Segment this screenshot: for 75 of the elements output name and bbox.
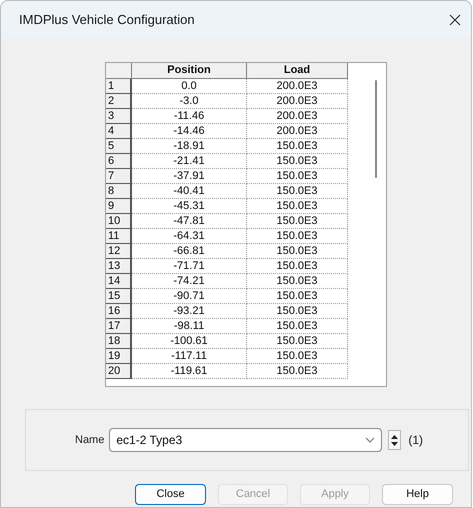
table-cell: 150.0E3 [247,289,348,304]
table-cell: -71.71 [132,259,247,274]
table-cell: -14.46 [132,124,247,139]
close-icon[interactable] [449,14,461,26]
table-cell: 150.0E3 [247,319,348,334]
name-combobox[interactable]: ec1-2 Type3 [109,428,382,452]
table-cell: -93.21 [132,304,247,319]
table-cell: 150.0E3 [247,214,348,229]
scrollbar-thumb[interactable] [375,80,378,178]
table-cell: 150.0E3 [247,184,348,199]
row-header[interactable]: 1 [106,79,132,94]
chevron-down-icon [365,437,376,443]
row-header[interactable]: 19 [106,349,132,364]
row-header[interactable]: 6 [106,154,132,169]
row-header[interactable]: 13 [106,259,132,274]
row-header[interactable]: 17 [106,319,132,334]
dialog-button[interactable]: Close [135,484,206,505]
row-header[interactable]: 10 [106,214,132,229]
table-cell: 150.0E3 [247,349,348,364]
up-arrow-icon [391,434,398,438]
table-cell: 200.0E3 [247,124,348,139]
row-header[interactable]: 9 [106,199,132,214]
table-cell: 150.0E3 [247,259,348,274]
table-cell: -3.0 [132,94,247,109]
table-cell: 150.0E3 [247,304,348,319]
table-cell: 150.0E3 [247,274,348,289]
row-header[interactable]: 11 [106,229,132,244]
table-cell: -18.91 [132,139,247,154]
table-cell: -117.11 [132,349,247,364]
table-cell: 150.0E3 [247,229,348,244]
table-cell: 150.0E3 [247,154,348,169]
window-title: IMDPlus Vehicle Configuration [19,10,195,29]
row-header[interactable]: 20 [106,364,132,379]
table-cell: 150.0E3 [247,199,348,214]
row-header[interactable]: 4 [106,124,132,139]
column-header[interactable]: Position [132,63,247,79]
table-cell: 150.0E3 [247,244,348,259]
table-cell: -74.21 [132,274,247,289]
row-header[interactable]: 7 [106,169,132,184]
table-cell: -90.71 [132,289,247,304]
row-header[interactable]: 2 [106,94,132,109]
row-header[interactable]: 14 [106,274,132,289]
table-cell: 200.0E3 [247,94,348,109]
corner-header [106,63,132,79]
table-cell: -21.41 [132,154,247,169]
row-header[interactable]: 12 [106,244,132,259]
table-cell: 150.0E3 [247,364,348,379]
name-label: Name [75,432,104,448]
row-header[interactable]: 5 [106,139,132,154]
table-cell: 150.0E3 [247,139,348,154]
table-cell: -37.91 [132,169,247,184]
table-cell: 150.0E3 [247,169,348,184]
table-cell: -40.41 [132,184,247,199]
table-cell: 0.0 [132,79,247,94]
table-cell: 200.0E3 [247,79,348,94]
row-header[interactable]: 15 [106,289,132,304]
row-header[interactable]: 16 [106,304,132,319]
count-label: (1) [408,432,424,449]
table-cell: -11.46 [132,109,247,124]
down-arrow-icon [391,442,398,446]
row-header[interactable]: 3 [106,109,132,124]
table-cell: -66.81 [132,244,247,259]
row-header[interactable]: 18 [106,334,132,349]
row-header[interactable]: 8 [106,184,132,199]
spin-button[interactable] [388,430,402,450]
table-cell: -119.61 [132,364,247,379]
table-cell: 200.0E3 [247,109,348,124]
table-cell: -98.11 [132,319,247,334]
table-cell: -100.61 [132,334,247,349]
table-cell: -47.81 [132,214,247,229]
table-cell: -64.31 [132,229,247,244]
dialog-button[interactable]: Help [382,484,453,505]
column-header[interactable]: Load [247,63,348,79]
table-cell: 150.0E3 [247,334,348,349]
table-cell: -45.31 [132,199,247,214]
